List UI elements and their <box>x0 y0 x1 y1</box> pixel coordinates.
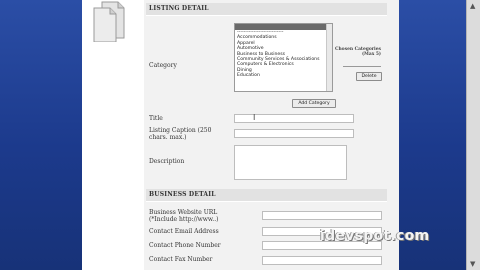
website-label: Business Website URL (*Include http://ww… <box>149 209 219 223</box>
website-input[interactable] <box>262 211 382 220</box>
listing-caption-input[interactable] <box>234 129 354 138</box>
delete-button[interactable]: Delete <box>356 72 382 81</box>
title-input[interactable] <box>234 114 354 123</box>
scroll-down-icon[interactable]: ▼ <box>470 260 475 268</box>
fax-label: Contact Fax Number <box>149 256 213 263</box>
category-option[interactable]: Education <box>235 73 332 78</box>
chosen-categories-list[interactable] <box>343 66 381 70</box>
phone-label: Contact Phone Number <box>149 242 221 249</box>
business-detail-header: BUSINESS DETAIL <box>146 189 387 202</box>
listbox-scrollbar[interactable] <box>326 24 332 91</box>
category-label: Category <box>149 62 177 69</box>
category-listbox[interactable]: ---------------------------- Accommodati… <box>234 23 333 92</box>
chosen-categories-text: Chosen Categories (Max 5) <box>334 47 381 57</box>
title-label: Title <box>149 115 163 122</box>
description-label: Description <box>149 158 185 165</box>
description-textarea[interactable] <box>234 145 347 180</box>
background-left <box>0 0 82 270</box>
listing-detail-header: LISTING DETAIL <box>146 3 387 16</box>
email-label: Contact Email Address <box>149 228 219 235</box>
documents-icon <box>93 1 125 42</box>
watermark: idevspot.com <box>320 228 430 244</box>
fax-input[interactable] <box>262 256 382 265</box>
text-cursor-icon: I <box>253 113 256 122</box>
scroll-up-icon[interactable]: ▲ <box>470 2 475 10</box>
window-scrollbar[interactable]: ▲ ▼ <box>466 0 480 270</box>
chosen-categories-label: Chosen Categories (Max 5) <box>334 47 381 57</box>
listing-caption-label: Listing Caption (250 chars. max.) <box>149 127 212 141</box>
add-category-button[interactable]: Add Category <box>292 99 336 108</box>
left-column <box>82 0 144 270</box>
